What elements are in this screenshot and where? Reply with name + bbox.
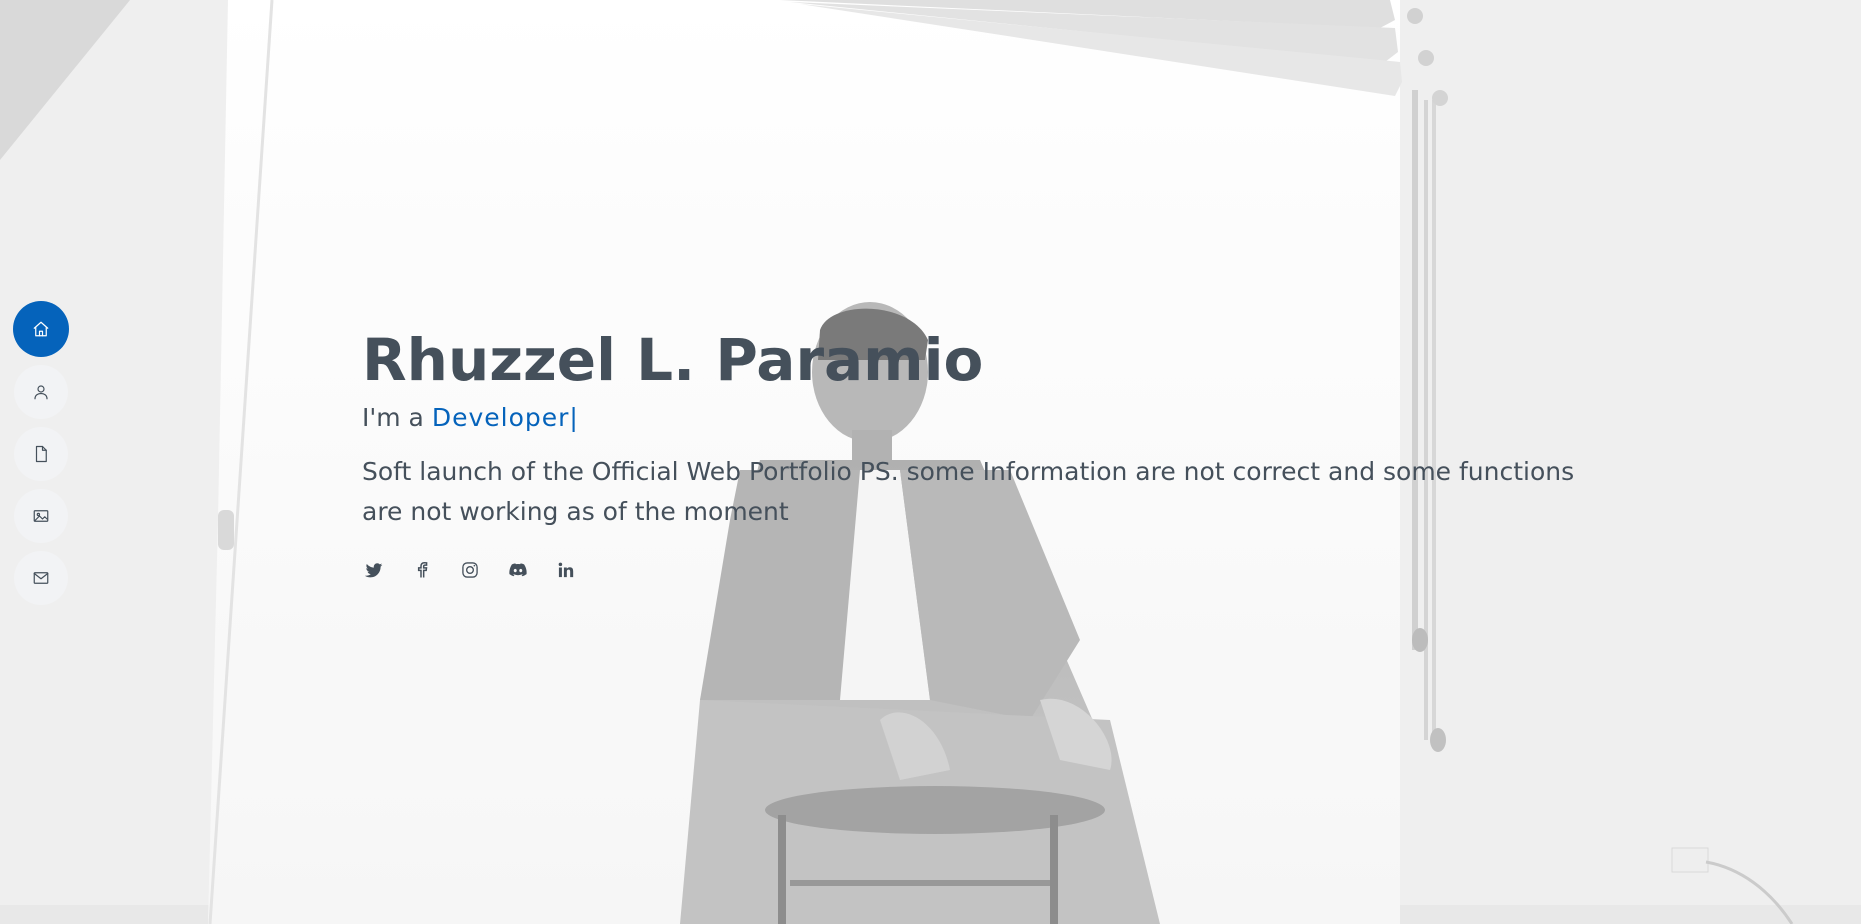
hero-description: Soft launch of the Official Web Portfoli… — [362, 457, 1575, 526]
social-link-linkedin[interactable] — [554, 558, 578, 582]
page: Home About Resume Portfolio — [0, 0, 1861, 924]
hero-section: Rhuzzel L. Paramio I'm a Developer| Soft… — [362, 320, 1642, 582]
file-icon — [35, 445, 47, 463]
social-link-instagram[interactable] — [458, 558, 482, 582]
social-link-discord[interactable] — [506, 558, 530, 582]
image-icon — [33, 510, 49, 522]
nav-item-home[interactable]: Home — [13, 301, 69, 357]
house-icon — [33, 321, 49, 337]
typing-cursor: | — [569, 403, 578, 432]
social-links — [362, 558, 1642, 582]
instagram-icon — [462, 562, 478, 578]
typed-role: Developer — [431, 403, 570, 432]
side-navigation: Home About Resume Portfolio — [13, 301, 69, 613]
envelope-icon — [33, 572, 49, 584]
hero-role: I'm a Developer| — [362, 398, 1642, 438]
role-prefix: I'm a — [362, 403, 432, 432]
twitter-icon — [364, 563, 383, 578]
linkedin-icon — [558, 562, 574, 578]
social-link-twitter[interactable] — [362, 558, 386, 582]
discord-icon — [509, 563, 527, 577]
nav-item-portfolio[interactable]: Portfolio — [14, 489, 68, 543]
social-link-facebook[interactable] — [410, 558, 434, 582]
facebook-icon — [417, 561, 428, 578]
person-icon — [34, 385, 48, 400]
nav-item-about[interactable]: About — [14, 365, 68, 419]
nav-item-resume[interactable]: Resume — [14, 427, 68, 481]
hero-name: Rhuzzel L. Paramio — [362, 326, 984, 394]
nav-item-contact[interactable]: Contact — [14, 551, 68, 605]
